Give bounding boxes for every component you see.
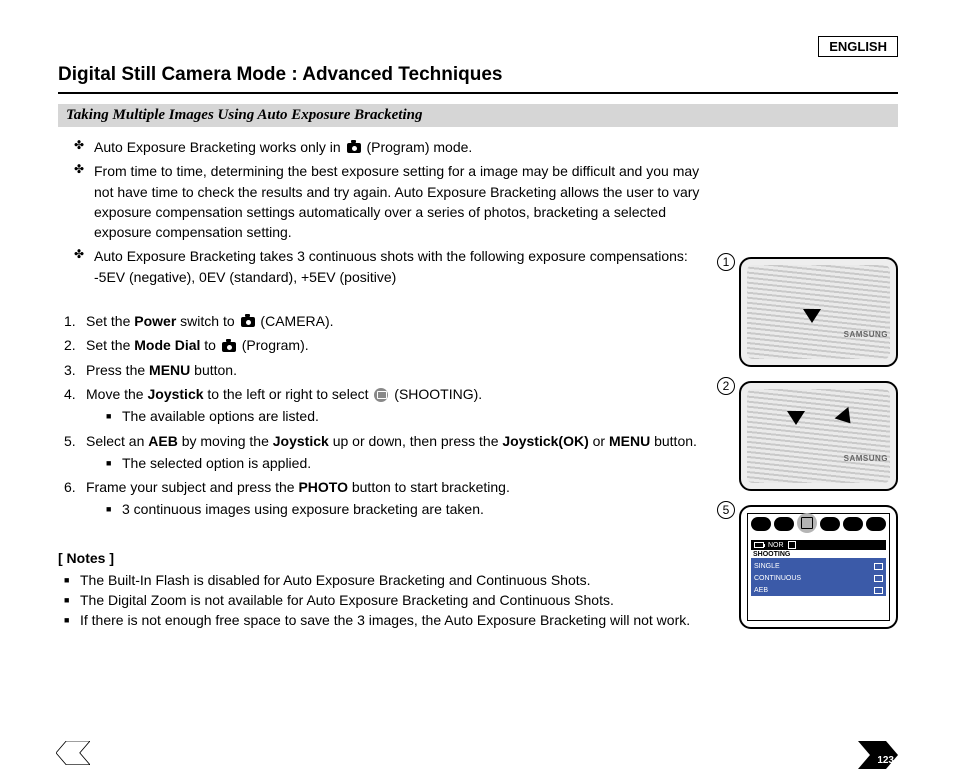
joystick-ok-label: Joystick(OK) [502, 433, 588, 449]
language-badge: ENGLISH [818, 36, 898, 57]
notes-title: [ Notes ] [58, 550, 721, 566]
brand-label: SAMSUNG [844, 454, 888, 463]
step-text: Select an [86, 433, 148, 449]
step-text: by moving the [178, 433, 273, 449]
camera-icon [241, 317, 255, 327]
page-number: 123 [877, 755, 894, 766]
step-text: up or down, then press the [329, 433, 503, 449]
step-text: (SHOOTING). [390, 386, 482, 402]
step-text: Move the [86, 386, 147, 402]
step-text: button to start bracketing. [348, 479, 510, 495]
note-item: The Built-In Flash is disabled for Auto … [64, 570, 721, 590]
arrow-down-icon [787, 411, 805, 425]
note-item: The Digital Zoom is not available for Au… [64, 590, 721, 610]
sub-step: The available options are listed. [106, 406, 721, 426]
sub-step: The selected option is applied. [106, 453, 721, 473]
subsection-title: Taking Multiple Images Using Auto Exposu… [58, 104, 898, 127]
menu-label: MENU [609, 433, 650, 449]
step-text: or [589, 433, 609, 449]
step-text: to the left or right to select [204, 386, 373, 402]
lcd-info-row: NOR [751, 540, 886, 550]
notes-section: [ Notes ] The Built-In Flash is disabled… [58, 550, 721, 631]
step-text: Set the [86, 337, 134, 353]
figure-mode-dial: SAMSUNG [739, 381, 898, 491]
figure-lcd-menu: NOR SHOOTING SINGLE CONTINUOUS AEB [739, 505, 898, 629]
figure-power-switch: SAMSUNG [739, 257, 898, 367]
mode-icon [866, 517, 886, 531]
joystick-label: Joystick [273, 433, 329, 449]
menu-item-continuous: CONTINUOUS [754, 575, 801, 582]
joystick-label: Joystick [147, 386, 203, 402]
figure-number-1: 1 [717, 253, 735, 271]
card-icon [788, 541, 796, 549]
step-text: (CAMERA). [257, 313, 334, 329]
battery-icon [754, 542, 764, 548]
step-item: Set the Mode Dial to (Program). [64, 335, 721, 355]
photo-label: PHOTO [298, 479, 348, 495]
power-label: Power [134, 313, 176, 329]
sub-step: 3 continuous images using exposure brack… [106, 499, 721, 519]
text-column: Auto Exposure Bracketing works only in (… [58, 137, 721, 631]
menu-item-aeb: AEB [754, 587, 768, 594]
procedure-steps: Set the Power switch to (CAMERA). Set th… [58, 311, 721, 520]
camera-icon [347, 143, 361, 153]
bullet-item: Auto Exposure Bracketing works only in (… [78, 137, 721, 157]
mode-icon [843, 517, 863, 531]
step-text: Set the [86, 313, 134, 329]
content-area: Auto Exposure Bracketing works only in (… [58, 137, 898, 631]
step-text: (Program). [238, 337, 309, 353]
mode-dial-label: Mode Dial [134, 337, 200, 353]
step-text: switch to [176, 313, 238, 329]
note-item: If there is not enough free space to sav… [64, 610, 721, 630]
bullet-text: Auto Exposure Bracketing works only in [94, 139, 345, 155]
bullet-item: Auto Exposure Bracketing takes 3 continu… [78, 246, 721, 287]
step-item: Frame your subject and press the PHOTO b… [64, 477, 721, 520]
step-text: button. [190, 362, 237, 378]
single-icon [874, 563, 883, 570]
mode-icon [774, 517, 794, 531]
mode-icon [820, 517, 840, 531]
step-item: Press the MENU button. [64, 360, 721, 380]
figure-number-2: 2 [717, 377, 735, 395]
step-text: Press the [86, 362, 149, 378]
page-title: Digital Still Camera Mode : Advanced Tec… [58, 64, 898, 94]
step-item: Move the Joystick to the left or right t… [64, 384, 721, 427]
step-text: to [200, 337, 219, 353]
aeb-label: AEB [148, 433, 178, 449]
step-item: Select an AEB by moving the Joystick up … [64, 431, 721, 474]
lcd-top-icons [751, 517, 886, 537]
lcd-menu-title: SHOOTING [751, 551, 886, 558]
camera-icon [222, 342, 236, 352]
bullet-text: (Program) mode. [366, 139, 472, 155]
lcd-menu-list: SINGLE CONTINUOUS AEB [751, 558, 886, 596]
continuous-icon [874, 575, 883, 582]
nor-label: NOR [768, 542, 784, 549]
bullet-item: From time to time, determining the best … [78, 161, 721, 242]
shooting-icon [374, 388, 388, 402]
mode-icon [751, 517, 771, 531]
arrow-down-icon [803, 309, 821, 323]
menu-item-single: SINGLE [754, 563, 780, 570]
menu-label: MENU [149, 362, 190, 378]
brand-label: SAMSUNG [844, 330, 888, 339]
figure-number-5: 5 [717, 501, 735, 519]
step-item: Set the Power switch to (CAMERA). [64, 311, 721, 331]
figure-column: 1 SAMSUNG 2 SAMSUNG 5 [739, 137, 898, 631]
step-text: button. [650, 433, 697, 449]
aeb-icon [874, 587, 883, 594]
camera-mode-icon [797, 513, 817, 533]
step-text: Frame your subject and press the [86, 479, 298, 495]
intro-bullets: Auto Exposure Bracketing works only in (… [58, 137, 721, 287]
page-nav-prev-icon [56, 741, 90, 769]
